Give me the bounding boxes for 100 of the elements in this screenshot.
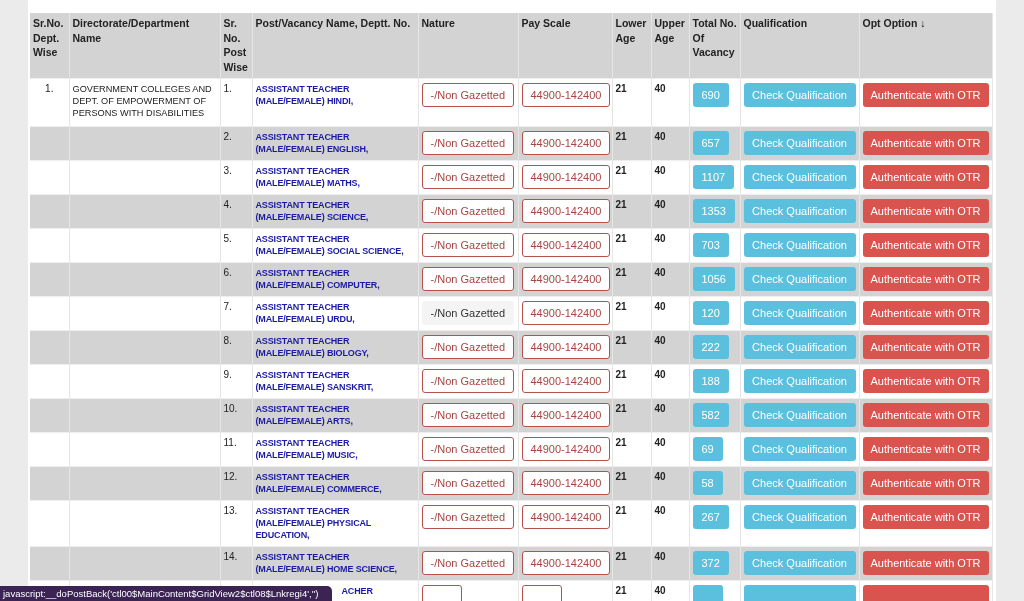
pay-scale-tag: 44900-142400 [521,198,611,223]
pay-scale-tag: 44900-142400 [521,550,611,575]
check-qualification-button[interactable]: Check Qualification [743,334,856,359]
authenticate-button[interactable]: Authenticate with OTR [862,130,989,155]
table-cell: 40 [654,164,666,176]
authenticate-button[interactable]: Authenticate with OTR [862,164,989,189]
table-cell: 8. [223,334,232,346]
nature-tag: -/Non Gazetted [421,266,515,291]
authenticate-button[interactable]: Authenticate with OTR [862,402,989,427]
column-header: Sr.No. Dept. Wise [30,13,69,78]
post-link[interactable]: ASSISTANT TEACHER (MALE/FEMALE) PHYSICAL EDUCATION, [255,504,415,541]
table-cell: 6. [223,266,232,278]
table-cell: 21 [615,130,627,142]
check-qualification-button[interactable]: Check Qualification [743,130,856,155]
table-cell: 40 [654,198,666,210]
vacancy-count: 222 [692,334,729,359]
authenticate-button[interactable]: Authenticate with OTR [862,232,989,257]
table-cell: 2. [223,130,232,142]
check-qualification-button[interactable]: Check Qualification [743,198,856,223]
column-header: Upper Age [651,13,689,78]
table-cell: 21 [615,550,627,562]
post-link[interactable]: ASSISTANT TEACHER (MALE/FEMALE) MATHS, [255,164,415,189]
table-cell: 40 [654,504,666,516]
column-header: Post/Vacancy Name, Deptt. No. [252,13,418,78]
column-header: Lower Age [612,13,651,78]
table-cell: 11. [223,436,237,448]
status-bar-url: javascript:__doPostBack('ctl00$MainContent$GridView2$ctl08$Lnkregi4','') [0,586,333,601]
vacancy-count: 690 [692,82,729,107]
check-qualification-button[interactable]: Check Qualification [743,402,856,427]
pay-scale-tag: 44900-142400 [521,82,611,107]
check-qualification-button[interactable]: Check Qualification [743,550,856,575]
column-header: Qualification [740,13,859,78]
table-cell: 21 [615,300,627,312]
table-cell: 7. [223,300,232,312]
table-cell: 3. [223,164,232,176]
vacancy-count: 372 [692,550,729,575]
authenticate-button[interactable]: Authenticate with OTR [862,266,989,291]
vacancy-count: 69 [692,436,723,461]
column-header: Opt Option ↓ [859,13,992,78]
pay-scale-tag: 44900-142400 [521,470,611,495]
check-qualification-button[interactable]: Check Qualification [743,82,856,107]
table-cell: 5. [223,232,232,244]
vacancy-count: 188 [692,368,729,393]
authenticate-button[interactable]: Authenticate with OTR [862,82,989,107]
table-cell: 40 [654,300,666,312]
authenticate-button[interactable] [862,584,989,601]
nature-tag: -/Non Gazetted [421,470,515,495]
table-cell: 4. [223,198,232,210]
check-qualification-button[interactable]: Check Qualification [743,368,856,393]
table-cell: 14. [223,550,238,562]
table-cell: 12. [223,470,238,482]
table-cell: 21 [615,584,627,596]
post-link[interactable]: ASSISTANT TEACHER (MALE/FEMALE) MUSIC, [255,436,415,461]
table-cell: 21 [615,164,627,176]
table-cell: 1. [223,82,232,94]
post-link[interactable]: ASSISTANT TEACHER (MALE/FEMALE) URDU, [255,300,415,325]
vacancy-count: 267 [692,504,729,529]
table-cell: 40 [654,368,666,380]
vacancy-count: 58 [692,470,723,495]
nature-tag: -/Non Gazetted [421,232,515,257]
post-link[interactable]: ACHER [341,584,373,597]
pay-scale-tag: 44900-142400 [521,232,611,257]
check-qualification-button[interactable]: Check Qualification [743,300,856,325]
check-qualification-button[interactable] [743,584,856,601]
authenticate-button[interactable]: Authenticate with OTR [862,368,989,393]
check-qualification-button[interactable]: Check Qualification [743,436,856,461]
check-qualification-button[interactable]: Check Qualification [743,266,856,291]
authenticate-button[interactable]: Authenticate with OTR [862,436,989,461]
table-cell: 40 [654,436,666,448]
table-cell: 21 [615,436,627,448]
table-cell: 40 [654,470,666,482]
authenticate-button[interactable]: Authenticate with OTR [862,300,989,325]
table-cell: 1. [45,82,54,94]
post-link[interactable]: ASSISTANT TEACHER (MALE/FEMALE) SANSKRIT, [255,368,415,393]
table-cell-text: GOVERNMENT COLLEGES AND DEPT. OF EMPOWERMENT OF PERSONS WITH DISABILITIES [72,82,213,119]
table-cell: 21 [615,504,627,516]
authenticate-button[interactable]: Authenticate with OTR [862,334,989,359]
column-header: Directorate/Department Name [69,13,220,78]
vacancy-count: 120 [692,300,729,325]
pay-scale-tag: 44900-142400 [521,130,611,155]
vacancy-count: 582 [692,402,729,427]
authenticate-button[interactable]: Authenticate with OTR [862,470,989,495]
post-link[interactable]: ASSISTANT TEACHER (MALE/FEMALE) HINDI, [255,82,415,107]
post-link[interactable]: ASSISTANT TEACHER (MALE/FEMALE) SOCIAL SCIENCE, [255,232,415,257]
pay-scale-tag: 44900-142400 [521,504,611,529]
table-cell: 21 [615,198,627,210]
authenticate-button[interactable]: Authenticate with OTR [862,550,989,575]
pay-scale-tag: 44900-142400 [521,436,611,461]
check-qualification-button[interactable]: Check Qualification [743,164,856,189]
nature-tag: -/Non Gazetted [421,130,515,155]
nature-tag: -/Non Gazetted [421,436,515,461]
pay-scale-tag: 44900-142400 [521,164,611,189]
pay-scale-tag: 44900-142400 [521,266,611,291]
authenticate-button[interactable]: Authenticate with OTR [862,504,989,529]
table-cell: 21 [615,334,627,346]
check-qualification-button[interactable]: Check Qualification [743,470,856,495]
check-qualification-button[interactable]: Check Qualification [743,504,856,529]
check-qualification-button[interactable]: Check Qualification [743,232,856,257]
authenticate-button[interactable]: Authenticate with OTR [862,198,989,223]
table-cell: 40 [654,266,666,278]
